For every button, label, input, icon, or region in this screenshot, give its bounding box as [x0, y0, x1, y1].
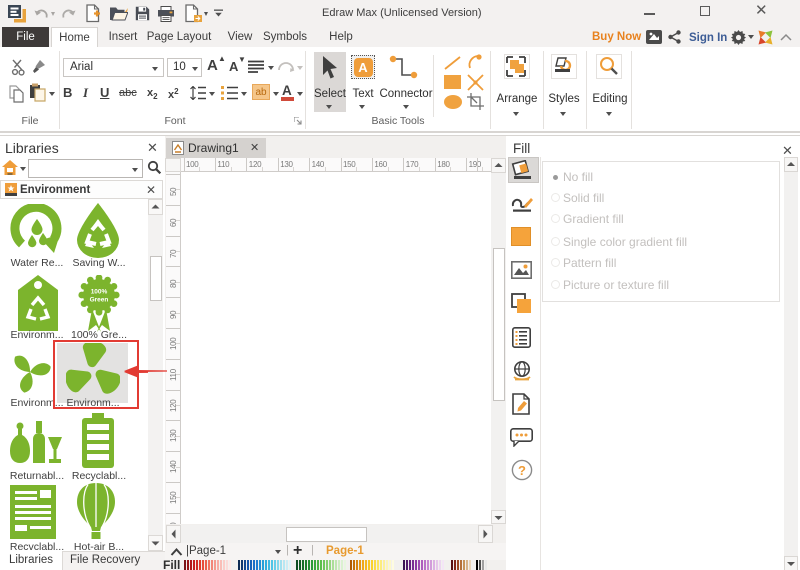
- svg-text:?: ?: [518, 463, 526, 478]
- svg-text:Green: Green: [90, 297, 109, 304]
- svg-text:100%: 100%: [91, 289, 108, 296]
